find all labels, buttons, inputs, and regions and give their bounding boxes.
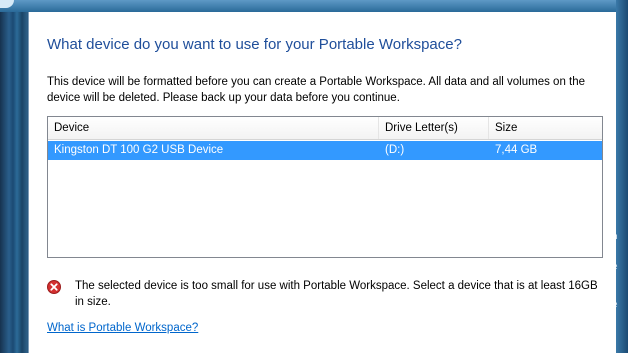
column-header-size[interactable]: Size [489,117,602,139]
error-text: The selected device is too small for use… [75,280,598,308]
size-cell: 7,44 GB [495,144,538,156]
error-message: The selected device is too small for use… [47,278,603,310]
device-name-cell: Kingston DT 100 G2 USB Device [54,144,224,156]
device-list-header: Device Drive Letter(s) Size [48,117,602,140]
what-is-portable-workspace-link[interactable]: What is Portable Workspace? [47,322,198,334]
column-header-drive-letters[interactable]: Drive Letter(s) [379,117,489,139]
portable-workspace-dialog: What device do you want to use for your … [28,12,616,353]
error-icon [47,280,61,294]
device-row-selected[interactable]: Kingston DT 100 G2 USB Device (D:) 7,44 … [48,141,602,160]
dialog-title: What device do you want to use for your … [47,36,462,53]
window-top-border [0,0,628,12]
device-list[interactable]: Device Drive Letter(s) Size Kingston DT … [47,116,603,258]
drive-letter-cell: (D:) [385,144,405,156]
column-header-device[interactable]: Device [48,117,379,139]
dialog-description: This device will be formatted before you… [47,76,586,104]
